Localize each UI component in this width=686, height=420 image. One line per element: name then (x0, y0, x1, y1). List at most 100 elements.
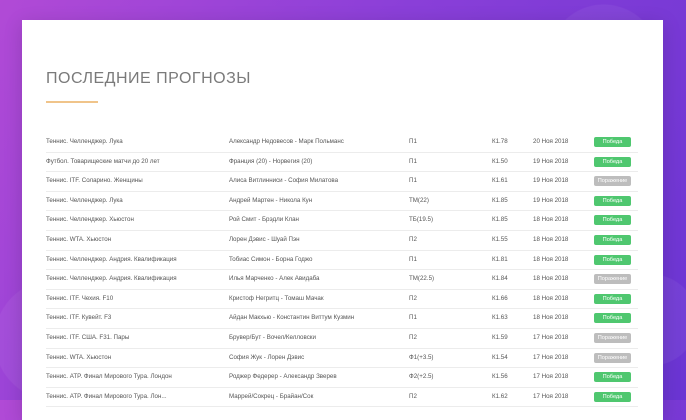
bet-cell: П2 (409, 333, 417, 341)
date-cell: 19 Ноя 2018 (533, 177, 569, 185)
sport-cell: Теннис. ATP. Финал Мирового Тура. Лон... (46, 392, 167, 400)
date-cell: 20 Ноя 2018 (533, 138, 569, 145)
date-cell: 18 Ноя 2018 (533, 216, 569, 224)
match-cell: Кристоф Негритц - Томаш Мачак (229, 294, 324, 302)
coef-cell: К1.85 (492, 196, 508, 204)
table-row: Теннис. Челленджер. Лука Александр Недове… (46, 133, 638, 153)
status-badge: Победа (594, 313, 631, 324)
table-row: Теннис. Челленджер. Лука Андрей Мартен - … (46, 192, 638, 212)
table-row: Теннис. ITF. Соларино. Женщины Алиса Витл… (46, 172, 638, 192)
bet-cell: Ф1(+3.5) (409, 353, 434, 361)
match-cell: Андрей Мартен - Никола Кун (229, 196, 313, 204)
sport-cell: Теннис. WTA. Хьюстон (46, 353, 112, 361)
date-cell: 19 Ноя 2018 (533, 196, 569, 204)
sport-cell: Теннис. ATP. Финал Мирового Тура. Лондон (46, 373, 172, 381)
match-cell: Рой Смит - Брэдли Клан (229, 216, 299, 224)
coef-cell: К1.85 (492, 216, 508, 224)
status-badge: Победа (594, 215, 631, 226)
status-badge: Победа (594, 254, 631, 265)
coef-cell: К1.54 (492, 353, 508, 361)
match-cell: Алиса Витлинниси - София Милатова (229, 177, 339, 185)
match-cell: Брувер/Бут - Вочел/Келловски (229, 333, 316, 341)
coef-cell: К1.66 (492, 294, 508, 302)
sport-cell: Теннис. ITF. Соларино. Женщины (46, 177, 143, 185)
predictions-table: Теннис. Челленджер. Лука Александр Недове… (46, 133, 638, 408)
date-cell: 17 Ноя 2018 (533, 333, 569, 341)
title-underline (46, 101, 98, 103)
bet-cell: ТБ(19.5) (409, 216, 434, 224)
status-badge: Поражение (594, 176, 631, 187)
date-cell: 17 Ноя 2018 (533, 373, 569, 381)
coef-cell: К1.62 (492, 392, 508, 400)
table-row: Теннис. ITF. Чехия. F10 Кристоф Негритц -… (46, 290, 638, 310)
bet-cell: Ф2(+2.5) (409, 373, 434, 381)
status-badge: Победа (594, 391, 631, 402)
match-cell: Илья Марченко - Алек Авидаба (229, 275, 320, 283)
sport-cell: Теннис. ITF. Кувейт. F3 (46, 314, 112, 322)
bet-cell: П1 (409, 255, 417, 263)
table-row: Теннис. WTA. Хьюстон Лорен Дэвис - Шуай П… (46, 231, 638, 251)
date-cell: 17 Ноя 2018 (533, 353, 569, 361)
bet-cell: П1 (409, 177, 417, 185)
match-cell: Маррей/Сокрец - Брайан/Сок (229, 392, 314, 400)
match-cell: Лорен Дэвис - Шуай Пэн (229, 235, 300, 243)
table-row: Теннис. Челленджер. Андрия. Квалификация… (46, 270, 638, 290)
coef-cell: К1.56 (492, 373, 508, 381)
date-cell: 18 Ноя 2018 (533, 294, 569, 302)
sport-cell: Теннис. Челленджер. Лука (46, 196, 123, 204)
sport-cell: Теннис. Челленджер. Андрия. Квалификация (46, 275, 177, 283)
status-badge: Победа (594, 293, 631, 304)
coef-cell: К1.61 (492, 177, 508, 185)
date-cell: 17 Ноя 2018 (533, 392, 569, 400)
sport-cell: Теннис. Челленджер. Лука (46, 138, 123, 145)
coef-cell: К1.50 (492, 157, 508, 165)
sport-cell: Теннис. WTA. Хьюстон (46, 235, 112, 243)
sport-cell: Футбол. Товарищеские матчи до 20 лет (46, 157, 160, 165)
coef-cell: К1.78 (492, 138, 508, 145)
table-row: Теннис. ATP. Финал Мирового Тура. Лон...… (46, 388, 638, 408)
bet-cell: ТМ(22.5) (409, 275, 435, 283)
match-cell: Айдан Макхью - Константин Виттум Кузмин (229, 314, 355, 322)
status-badge: Победа (594, 372, 631, 383)
table-row: Теннис. Челленджер. Андрия. Квалификация… (46, 251, 638, 271)
table-row: Теннис. ITF. США. F31. Пары Брувер/Бут - … (46, 329, 638, 349)
table-row: Теннис. WTA. Хьюстон София Жук - Лорен Дэ… (46, 349, 638, 369)
bet-cell: П1 (409, 314, 417, 322)
status-badge: Поражение (594, 332, 631, 343)
coef-cell: К1.81 (492, 255, 508, 263)
date-cell: 19 Ноя 2018 (533, 157, 569, 165)
date-cell: 18 Ноя 2018 (533, 275, 569, 283)
sport-cell: Теннис. ITF. Чехия. F10 (46, 294, 114, 302)
match-cell: София Жук - Лорен Дэвис (229, 353, 305, 361)
match-cell: Александр Недовесов - Марк Польманс (229, 138, 344, 145)
status-badge: Победа (594, 195, 631, 206)
coef-cell: К1.59 (492, 333, 508, 341)
status-badge: Поражение (594, 274, 631, 285)
sport-cell: Теннис. ITF. США. F31. Пары (46, 333, 130, 341)
date-cell: 18 Ноя 2018 (533, 314, 569, 322)
status-badge: Победа (594, 156, 631, 167)
table-row: Теннис. ATP. Финал Мирового Тура. Лондон… (46, 368, 638, 388)
bet-cell: П1 (409, 157, 417, 165)
status-badge: Поражение (594, 352, 631, 363)
coef-cell: К1.84 (492, 275, 508, 283)
date-cell: 18 Ноя 2018 (533, 235, 569, 243)
sport-cell: Теннис. Челленджер. Хьюстон (46, 216, 134, 224)
section-title: Последние прогнозы (46, 70, 251, 87)
bet-cell: П2 (409, 294, 417, 302)
table-row: Футбол. Товарищеские матчи до 20 лет Фран… (46, 153, 638, 173)
table-row: Теннис. Челленджер. Хьюстон Рой Смит - Бр… (46, 211, 638, 231)
match-cell: Франция (20) - Норвегия (20) (229, 157, 313, 165)
bet-cell: П2 (409, 392, 417, 400)
table-row: Теннис. ITF. Кувейт. F3 Айдан Макхью - Ко… (46, 309, 638, 329)
bet-cell: П2 (409, 235, 417, 243)
sport-cell: Теннис. Челленджер. Андрия. Квалификация (46, 255, 177, 263)
match-cell: Тобиас Симон - Борна Годжо (229, 255, 313, 263)
coef-cell: К1.55 (492, 235, 508, 243)
coef-cell: К1.63 (492, 314, 508, 322)
bet-cell: ТМ(22) (409, 196, 429, 204)
bet-cell: П1 (409, 138, 417, 145)
status-badge: Победа (594, 234, 631, 245)
predictions-card: Последние прогнозы Теннис. Челленджер. Л… (22, 20, 663, 420)
date-cell: 18 Ноя 2018 (533, 255, 569, 263)
